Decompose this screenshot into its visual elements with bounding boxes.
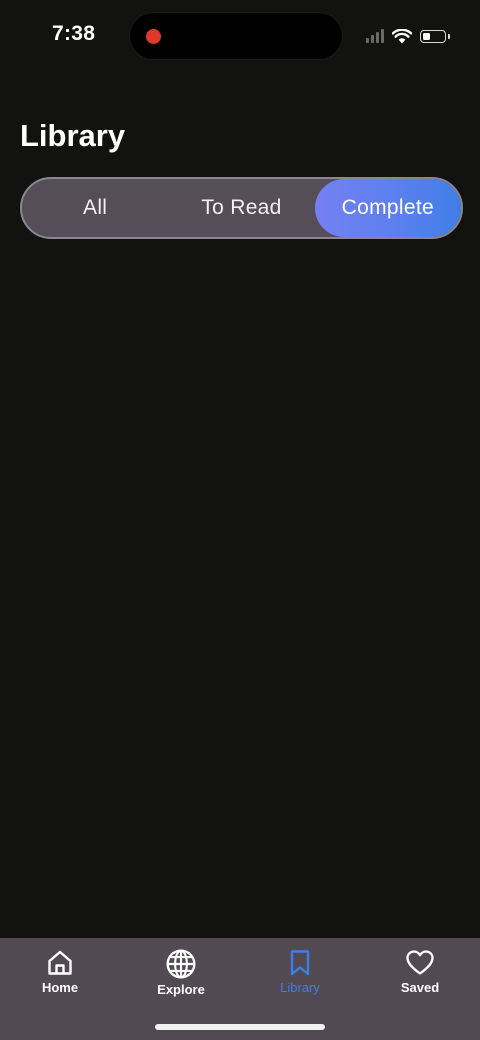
dynamic-island	[130, 13, 342, 59]
globe-icon	[166, 949, 196, 979]
tab-library-label: Library	[280, 980, 320, 995]
cellular-signal-icon	[366, 29, 384, 43]
filter-to-read-segment[interactable]: To Read	[168, 179, 314, 237]
bookmark-icon	[290, 950, 310, 976]
page-title: Library	[20, 118, 126, 153]
status-bar: 7:38	[0, 0, 480, 72]
tab-explore[interactable]: Explore	[121, 948, 241, 1008]
battery-level	[423, 32, 430, 40]
wifi-icon	[392, 28, 412, 43]
tab-saved[interactable]: Saved	[360, 948, 480, 1008]
home-indicator	[155, 1024, 325, 1030]
heart-icon	[406, 950, 434, 975]
tab-home-label: Home	[41, 980, 79, 995]
filter-all-segment[interactable]: All	[22, 179, 168, 237]
house-icon	[48, 950, 72, 975]
library-filter-segmented-control: All To Read Complete	[20, 177, 463, 239]
tab-library[interactable]: Library	[240, 948, 360, 1008]
tab-saved-label: Saved	[400, 980, 440, 995]
tab-home[interactable]: Home	[0, 948, 120, 1008]
status-time: 7:38	[52, 22, 96, 45]
battery-icon	[420, 29, 450, 43]
tab-explore-label: Explore	[157, 982, 205, 997]
status-icons	[366, 26, 450, 46]
library-content-area	[0, 250, 480, 930]
filter-complete-segment[interactable]: Complete	[314, 179, 461, 237]
recording-indicator-icon	[146, 29, 161, 44]
